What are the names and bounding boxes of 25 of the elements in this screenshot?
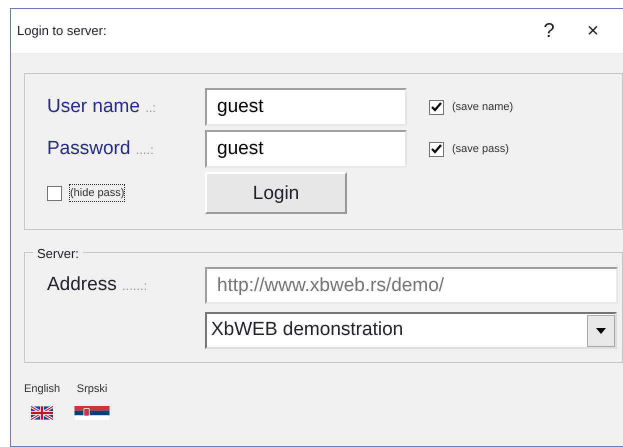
username-field[interactable]: guest — [205, 88, 407, 126]
checkbox[interactable] — [429, 142, 444, 156]
checkbox[interactable] — [47, 186, 62, 200]
selected-value: XbWEB demonstration — [211, 318, 404, 342]
field-label: Password — [47, 138, 132, 159]
tricolor-flag-icon[interactable] — [74, 406, 110, 420]
window-title: Login to server: — [17, 22, 108, 40]
address-field[interactable]: http://www.xbweb.rs/demo/ — [205, 267, 618, 304]
cross-flag-icon[interactable] — [31, 406, 54, 420]
login-button[interactable]: Login — [205, 172, 347, 214]
field-label: Address — [47, 274, 118, 296]
label-dots: ..: — [145, 100, 156, 115]
server-select[interactable]: XbWEB demonstration — [205, 312, 617, 349]
field-label: User name — [47, 96, 141, 117]
checkbox-label: (save pass) — [452, 142, 509, 157]
checkbox[interactable] — [429, 100, 444, 114]
checkbox-label: (hide pass) — [70, 184, 124, 202]
help-button[interactable]: ? — [527, 16, 571, 46]
language-label: Srpski — [76, 382, 108, 397]
label-dots: ......: — [122, 278, 148, 294]
language-label: English — [24, 382, 60, 397]
label-dots: ....: — [136, 142, 154, 157]
close-button[interactable]: × — [571, 16, 615, 46]
password-field[interactable]: guest — [205, 130, 407, 168]
checkbox-label: (save name) — [452, 100, 514, 115]
